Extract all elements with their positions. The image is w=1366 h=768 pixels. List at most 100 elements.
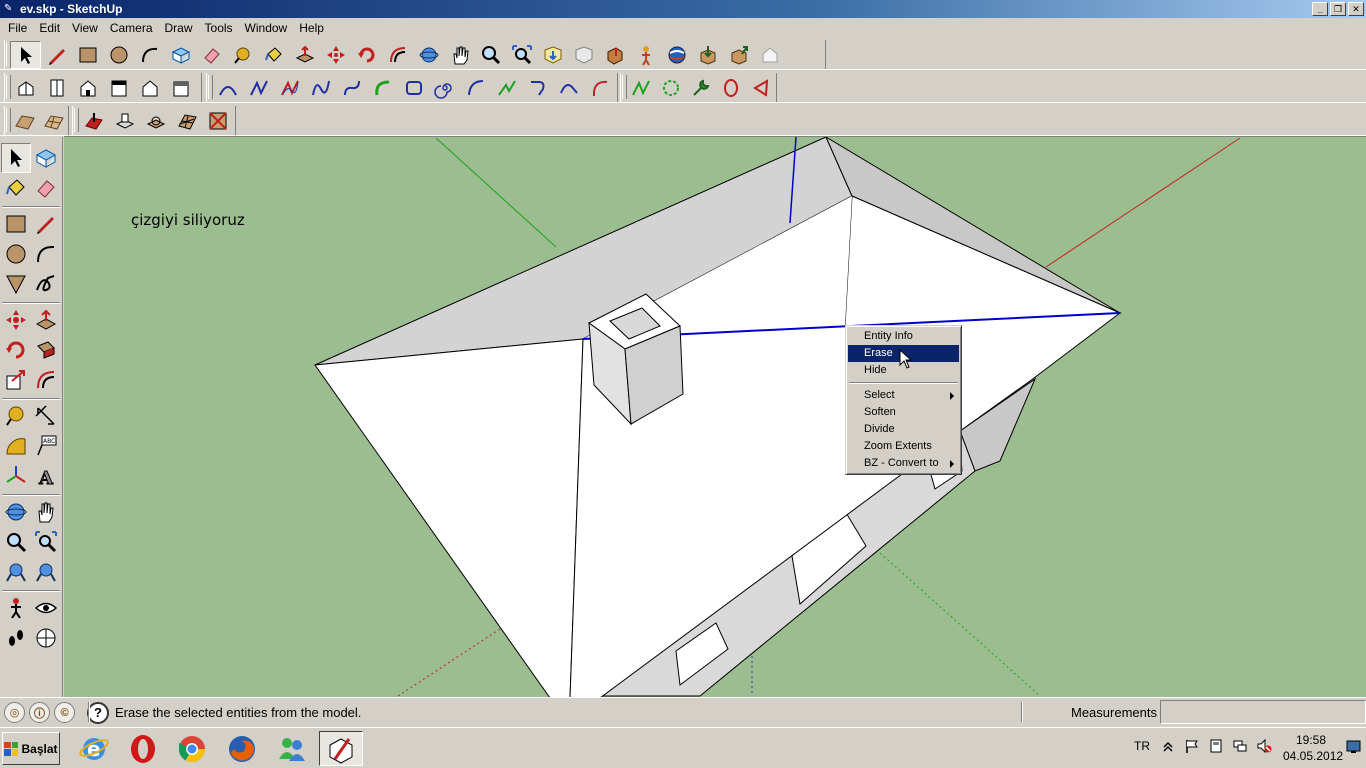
lt-pencil-button[interactable] — [31, 209, 61, 239]
lt-axes-button[interactable] — [1, 461, 31, 491]
smoove-button[interactable] — [78, 107, 109, 135]
bz-spiral-button[interactable] — [429, 74, 460, 102]
lt-rotate-button[interactable] — [1, 335, 31, 365]
lt-arc-button[interactable] — [31, 239, 61, 269]
lt-paint-button[interactable] — [1, 173, 31, 203]
ctx-select[interactable]: Select — [848, 387, 959, 404]
copyright-icon[interactable]: © — [54, 702, 75, 723]
restore-button[interactable]: ❐ — [1330, 2, 1346, 16]
lt-orbit-button[interactable] — [1, 497, 31, 527]
lt-position-camera-button[interactable] — [1, 593, 31, 623]
ctx-zoom-extents[interactable]: Zoom Extents — [848, 438, 959, 455]
volume-muted-icon[interactable] — [1256, 738, 1272, 754]
top-view-button[interactable] — [41, 74, 72, 102]
menu-view[interactable]: View — [66, 21, 104, 35]
show-hidden-icons-icon[interactable] — [1160, 738, 1176, 754]
lt-dimension-button[interactable] — [31, 401, 61, 431]
lt-zoom-button[interactable] — [1, 527, 31, 557]
network-icon[interactable] — [1232, 738, 1248, 754]
menu-tools[interactable]: Tools — [199, 21, 239, 35]
menu-draw[interactable]: Draw — [159, 21, 199, 35]
lt-polygon-button[interactable] — [1, 269, 31, 299]
ctx-entity-info[interactable]: Entity Info — [848, 328, 959, 345]
bz-segment-button[interactable] — [746, 74, 776, 102]
lt-pan-button[interactable] — [31, 497, 61, 527]
bz-divider-button[interactable] — [522, 74, 553, 102]
lt-component-button[interactable] — [31, 143, 61, 173]
bz-fspline-button[interactable] — [367, 74, 398, 102]
lt-eraser-button[interactable] — [31, 173, 61, 203]
bz-red-arc-button[interactable] — [584, 74, 615, 102]
bz-uniform-button[interactable] — [460, 74, 491, 102]
lt-3dtext-button[interactable]: A — [31, 461, 61, 491]
credits-icon[interactable]: ⓘ — [29, 702, 50, 723]
drape-button[interactable] — [140, 107, 171, 135]
share-model-button[interactable] — [568, 41, 599, 69]
place-model-button[interactable] — [599, 41, 630, 69]
bz-close-button[interactable] — [716, 74, 746, 102]
taskbar-firefox[interactable] — [220, 731, 264, 766]
geo-location-icon[interactable]: ◎ — [4, 702, 25, 723]
bz-polygon-button[interactable] — [398, 74, 429, 102]
lt-followme-button[interactable] — [31, 335, 61, 365]
circle-tool-button[interactable] — [103, 41, 134, 69]
taskbar-messenger[interactable] — [270, 731, 314, 766]
flip-edge-button[interactable] — [202, 107, 233, 135]
menu-edit[interactable]: Edit — [33, 21, 66, 35]
stamp-button[interactable] — [109, 107, 140, 135]
help-question-icon[interactable]: ? — [87, 701, 109, 724]
action-center-flag-icon[interactable] — [1184, 738, 1200, 754]
lt-offset-button[interactable] — [31, 365, 61, 395]
pan-tool-button[interactable] — [444, 41, 475, 69]
zoom-tool-button[interactable] — [475, 41, 506, 69]
lt-select-button[interactable] — [1, 143, 31, 173]
lt-text-button[interactable]: ABC — [31, 431, 61, 461]
front-view-button[interactable] — [72, 74, 103, 102]
google-earth-button[interactable] — [661, 41, 692, 69]
lt-tape-button[interactable] — [1, 401, 31, 431]
lt-scale-button[interactable] — [1, 365, 31, 395]
ctx-bz-convert[interactable]: BZ - Convert to — [848, 455, 959, 472]
house-model-scene[interactable] — [64, 137, 1366, 697]
get-models-button[interactable] — [537, 41, 568, 69]
bz-bezier-button[interactable] — [305, 74, 336, 102]
move-tool-button[interactable] — [320, 41, 351, 69]
zoom-extents-button[interactable] — [506, 41, 537, 69]
start-button[interactable]: Başlat — [2, 732, 60, 765]
disabled-share-button[interactable] — [754, 41, 785, 69]
bz-hook-button[interactable] — [553, 74, 584, 102]
menu-help[interactable]: Help — [293, 21, 330, 35]
lt-walk-button[interactable] — [1, 623, 31, 653]
add-detail-button[interactable] — [171, 107, 202, 135]
offset-tool-button[interactable] — [382, 41, 413, 69]
lt-rectangle-button[interactable] — [1, 209, 31, 239]
taskbar-opera[interactable] — [121, 731, 165, 766]
menu-window[interactable]: Window — [239, 21, 294, 35]
rectangle-tool-button[interactable] — [72, 41, 103, 69]
lt-section-button[interactable] — [31, 623, 61, 653]
back-view-button[interactable] — [134, 74, 165, 102]
orbit-tool-button[interactable] — [413, 41, 444, 69]
measurements-input[interactable] — [1160, 700, 1366, 724]
rotate-tool-button[interactable] — [351, 41, 382, 69]
clock-date[interactable]: 04.05.2012 — [1283, 749, 1343, 763]
bz-arc-button[interactable] — [212, 74, 243, 102]
device-icon[interactable] — [1208, 738, 1224, 754]
push-pull-button[interactable] — [289, 41, 320, 69]
bz-spline-button[interactable] — [274, 74, 305, 102]
import-button[interactable] — [692, 41, 723, 69]
left-view-button[interactable] — [165, 74, 196, 102]
select-tool-button[interactable] — [10, 40, 41, 69]
pencil-tool-button[interactable] — [41, 41, 72, 69]
lt-circle-button[interactable] — [1, 239, 31, 269]
taskbar-chrome[interactable] — [170, 731, 214, 766]
bz-edit-button[interactable] — [626, 74, 656, 102]
lt-previous-view-button[interactable] — [1, 557, 31, 587]
sandbox-scratch-button[interactable] — [39, 107, 68, 135]
taskbar-sketchup[interactable] — [319, 731, 363, 766]
bz-cubic-button[interactable] — [336, 74, 367, 102]
iso-view-button[interactable] — [10, 74, 41, 102]
model-viewport[interactable]: çizgiyi siliyoruz — [64, 136, 1366, 697]
sandbox-contours-button[interactable] — [10, 107, 39, 135]
clock-time[interactable]: 19:58 — [1296, 733, 1326, 747]
